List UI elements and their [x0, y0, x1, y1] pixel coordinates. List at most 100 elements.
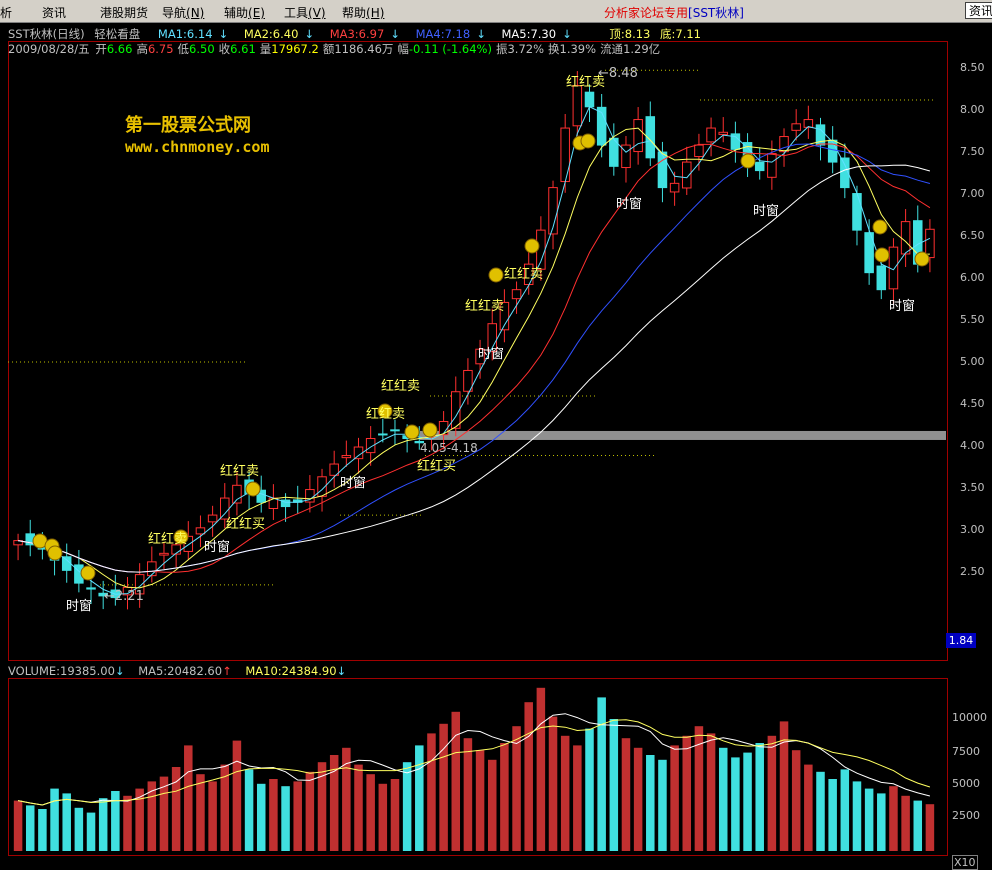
volume-bar — [244, 769, 254, 851]
moving-average-line — [18, 143, 931, 573]
candle-body — [694, 144, 704, 158]
volume-bar — [731, 757, 740, 851]
volume-bar — [475, 750, 485, 851]
volume-bar — [524, 702, 533, 851]
menu-assist[interactable]: 辅助(E) — [224, 4, 265, 21]
smiley-icon — [80, 565, 96, 581]
volume-bar — [804, 764, 813, 851]
candle-body — [657, 151, 668, 189]
candle-body — [195, 527, 206, 535]
signal-time-window: 时窗 — [616, 197, 643, 212]
candle-body — [61, 556, 72, 571]
volume-bar — [621, 738, 631, 851]
volume-bar — [913, 800, 923, 851]
volume-bar — [925, 804, 935, 851]
volume-bar — [378, 783, 388, 851]
volume-bar — [305, 771, 315, 851]
signal-sell: 红红卖 — [148, 532, 188, 547]
signal-sell: 红红卖 — [566, 75, 606, 90]
volume-bar — [840, 769, 850, 851]
news-button[interactable]: 资讯 — [965, 2, 992, 19]
candle-body — [341, 455, 352, 459]
candlestick-chart — [8, 69, 946, 851]
volume-bar — [560, 735, 570, 851]
chart-area: SST秋林(日线) 轻松看盘 MA1:6.14 ↓ MA2:6.40 ↓ MA3:6… — [0, 23, 992, 870]
volume-bar — [828, 779, 837, 851]
volume-bar — [232, 740, 242, 851]
volume-bar — [281, 786, 290, 851]
signal-sell: 红红卖 — [465, 299, 505, 314]
menu-analysis[interactable]: 析 — [0, 4, 12, 21]
volume-bar — [366, 774, 375, 851]
volume-bar — [293, 781, 302, 851]
moving-average-line — [18, 164, 931, 573]
signal-sell: 红红卖 — [504, 267, 544, 282]
candle-body — [852, 193, 862, 231]
candle-body — [633, 119, 643, 153]
volume-bar — [877, 793, 886, 851]
volume-bar — [585, 728, 594, 851]
candle-body — [827, 139, 838, 163]
signal-sell: 红红卖 — [366, 407, 406, 422]
volume-bar — [548, 716, 558, 851]
volume-bar — [196, 774, 205, 851]
volume-bar — [573, 745, 582, 851]
signal-time-window: 时窗 — [340, 476, 367, 491]
menu-hk-futures[interactable]: 港股期货 — [100, 4, 148, 21]
candle-body — [86, 587, 96, 590]
signal-sell: 红红卖 — [381, 379, 421, 394]
candle-body — [159, 552, 169, 556]
candle-body — [925, 228, 935, 259]
volume-bar — [390, 779, 400, 851]
volume-bar — [682, 735, 692, 851]
candle-body — [754, 161, 765, 172]
volume-bar — [184, 745, 193, 851]
smiley-icon — [488, 267, 504, 283]
moving-average-line — [18, 143, 931, 573]
volume-bar — [439, 723, 448, 851]
volume-bar — [38, 809, 47, 851]
signal-sell: 红红卖 — [220, 464, 260, 479]
candle-body — [207, 514, 218, 523]
low-price-label: ←2.21 — [104, 589, 144, 604]
candle-body — [560, 127, 570, 183]
volume-scale: X10 — [952, 855, 978, 870]
volume-bar — [791, 750, 801, 851]
volume-bar — [718, 747, 728, 851]
volume-bar — [256, 783, 266, 851]
candle-body — [876, 265, 887, 291]
smiley-icon — [580, 133, 596, 149]
range-label: 4.05-4.18 — [420, 441, 478, 455]
menu-help[interactable]: 帮助(H) — [342, 4, 384, 21]
signal-buy: 红红买 — [417, 459, 457, 474]
volume-bar — [402, 762, 412, 851]
menu-tools[interactable]: 工具(V) — [284, 4, 326, 21]
candle-body — [767, 153, 777, 178]
smiley-icon — [874, 247, 890, 263]
volume-bar — [706, 733, 716, 851]
volume-bar — [901, 795, 910, 851]
signal-time-window: 时窗 — [753, 204, 780, 219]
volume-bar — [889, 786, 898, 851]
menu-news[interactable]: 资讯 — [42, 4, 66, 21]
volume-bar — [451, 711, 461, 851]
candle-body — [232, 484, 242, 504]
volume-bar — [463, 738, 473, 851]
volume-bar — [658, 759, 667, 851]
candle-body — [511, 289, 522, 300]
volume-bar — [512, 726, 521, 851]
moving-average-line — [18, 106, 931, 595]
menu-navigate[interactable]: 导航(N) — [162, 4, 204, 21]
smiley-icon — [524, 238, 540, 254]
volume-bar — [816, 771, 825, 851]
volume-bar — [852, 781, 862, 851]
volume-bar — [864, 788, 874, 851]
signal-time-window: 时窗 — [889, 299, 916, 314]
volume-bar — [50, 788, 59, 851]
brand-title: 分析家论坛专用[SST秋林] — [604, 6, 744, 20]
smiley-icon — [47, 545, 63, 561]
signal-time-window: 时窗 — [204, 540, 231, 555]
volume-bar — [208, 781, 217, 851]
volume-bar — [415, 745, 424, 851]
volume-bar — [743, 752, 752, 851]
